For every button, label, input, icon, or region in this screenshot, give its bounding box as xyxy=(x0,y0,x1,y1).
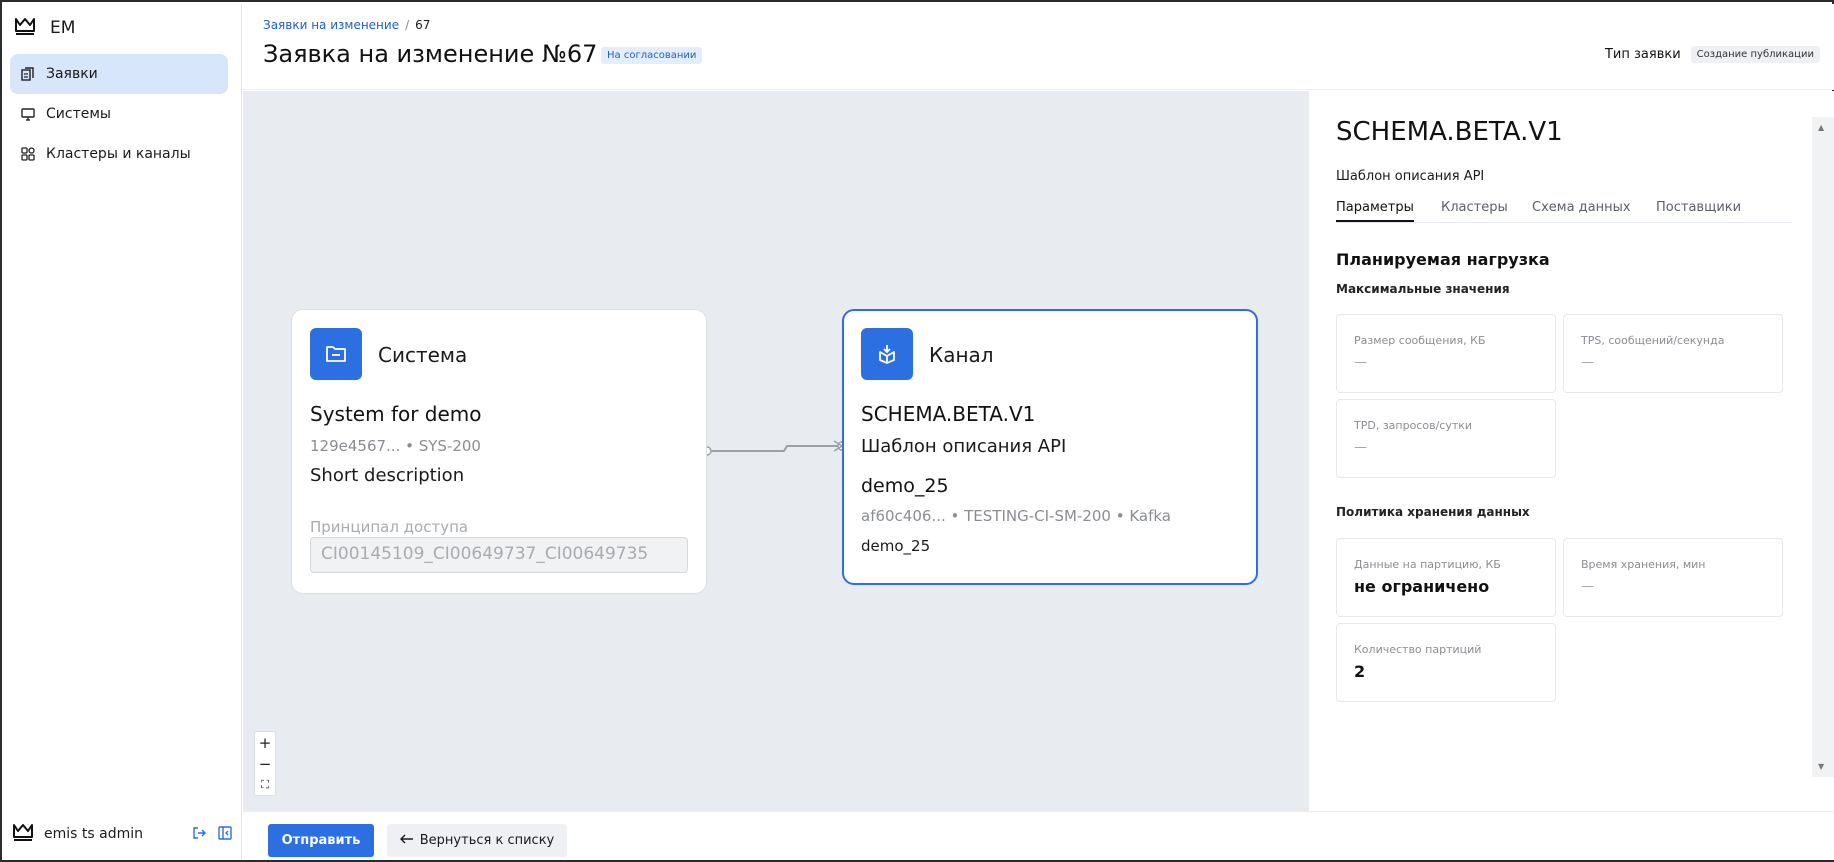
load-heading: Планируемая нагрузка xyxy=(1336,250,1550,269)
request-type-label: Тип заявки xyxy=(1604,47,1681,62)
metric-value: 2 xyxy=(1354,662,1366,681)
system-node-kind: Система xyxy=(378,343,468,367)
sidebar-item-systems[interactable]: Системы xyxy=(10,94,228,134)
max-values-heading: Максимальные значения xyxy=(1336,282,1510,296)
details-panel: SCHEMA.BETA.V1 Шаблон описания API Парам… xyxy=(1309,91,1834,811)
retention-heading: Политика хранения данных xyxy=(1336,505,1530,519)
metric-label: Количество партиций xyxy=(1354,643,1482,656)
sidebar: EM Заявки Системы Кластеры и каналы emis… xyxy=(4,4,242,860)
metric-card: Время хранения, мин — xyxy=(1563,538,1783,617)
principal-label: Принципал доступа xyxy=(310,518,469,536)
sidebar-item-requests[interactable]: Заявки xyxy=(10,54,228,94)
user-name: emis ts admin xyxy=(44,826,143,842)
breadcrumb-parent-link[interactable]: Заявки на изменение xyxy=(263,18,399,32)
metric-value: не ограничено xyxy=(1354,577,1490,596)
metric-card: Данные на партицию, КБ не ограничено xyxy=(1336,538,1556,617)
channel-node-topic: demo_25 xyxy=(861,475,949,497)
collapse-sidebar-icon[interactable] xyxy=(218,825,232,844)
user-block: emis ts admin xyxy=(12,822,236,846)
scroll-up-icon[interactable]: ▲ xyxy=(1818,123,1824,132)
metric-card: Количество партиций 2 xyxy=(1336,623,1556,702)
metric-card: Размер сообщения, КБ — xyxy=(1336,314,1556,393)
channel-node[interactable]: Канал SCHEMA.BETA.V1 Шаблон описания API… xyxy=(842,309,1258,585)
metric-card: TPD, запросов/сутки — xyxy=(1336,399,1556,478)
monitor-icon xyxy=(20,106,36,122)
submit-button[interactable]: Отправить xyxy=(268,824,374,857)
metric-label: Данные на партицию, КБ xyxy=(1354,558,1501,571)
metric-value: — xyxy=(1354,440,1367,455)
zoom-in-button[interactable]: + xyxy=(255,732,275,753)
metric-label: TPD, запросов/сутки xyxy=(1354,419,1473,432)
breadcrumb-current: 67 xyxy=(415,18,431,32)
channel-node-meta: af60c406... • TESTING-CI-SM-200 • Kafka xyxy=(861,507,1171,525)
folder-icon xyxy=(310,328,362,380)
metric-card: TPS, сообщений/секунда — xyxy=(1563,314,1783,393)
tab-parameters[interactable]: Параметры xyxy=(1336,200,1414,222)
page-footer: Отправить Вернуться к списку xyxy=(243,811,1834,860)
sidebar-item-label: Кластеры и каналы xyxy=(46,146,191,162)
documents-icon xyxy=(20,66,36,82)
logout-icon[interactable] xyxy=(192,825,206,844)
back-to-list-button[interactable]: Вернуться к списку xyxy=(387,824,567,857)
channel-node-kind: Канал xyxy=(929,343,994,367)
panel-scrollbar[interactable]: ▲ ▼ xyxy=(1812,117,1834,777)
app-logo[interactable]: EM xyxy=(14,16,75,40)
metric-label: TPS, сообщений/секунда xyxy=(1581,334,1725,347)
sidebar-item-label: Системы xyxy=(46,106,111,122)
arrow-left-icon xyxy=(399,833,414,848)
back-to-list-label: Вернуться к списку xyxy=(419,833,555,848)
tab-data-schema[interactable]: Схема данных xyxy=(1532,200,1631,220)
metric-value: — xyxy=(1581,355,1594,370)
status-badge: На согласовании xyxy=(601,47,703,64)
crown-logo-icon xyxy=(14,16,36,40)
page-title: Заявка на изменение №67 xyxy=(263,40,598,68)
flow-canvas[interactable]: Система System for demo 129e4567... • SY… xyxy=(243,91,1309,811)
request-type-badge: Создание публикации xyxy=(1690,46,1820,63)
zoom-out-button[interactable]: − xyxy=(255,753,275,774)
principal-field: CI00145109_CI00649737_CI00649735 xyxy=(310,537,688,573)
panel-subtitle: Шаблон описания API xyxy=(1336,169,1485,184)
system-node[interactable]: Система System for demo 129e4567... • SY… xyxy=(291,309,707,594)
sidebar-item-label: Заявки xyxy=(46,66,98,82)
grid-icon xyxy=(20,146,36,162)
app-frame: EM Заявки Системы Кластеры и каналы emis… xyxy=(0,0,1834,862)
channel-node-subtitle: demo_25 xyxy=(861,537,931,555)
panel-tabs: Параметры Кластеры Схема данных Поставщи… xyxy=(1336,197,1792,223)
sidebar-item-clusters[interactable]: Кластеры и каналы xyxy=(10,134,228,174)
request-type: Тип заявки Создание публикации xyxy=(1605,46,1820,63)
metric-label: Время хранения, мин xyxy=(1581,558,1706,571)
system-node-name: System for demo xyxy=(310,402,482,426)
metric-value: — xyxy=(1581,579,1594,594)
zoom-controls: + − ⛶ xyxy=(254,731,276,796)
panel-title: SCHEMA.BETA.V1 xyxy=(1336,117,1563,147)
system-node-description: Short description xyxy=(310,465,465,486)
fit-view-button[interactable]: ⛶ xyxy=(255,774,275,795)
scroll-down-icon[interactable]: ▼ xyxy=(1818,762,1824,771)
metric-label: Размер сообщения, КБ xyxy=(1354,334,1486,347)
tab-clusters[interactable]: Кластеры xyxy=(1441,200,1508,220)
channel-box-icon xyxy=(861,328,913,380)
breadcrumb-separator: / xyxy=(405,18,410,32)
channel-node-name: SCHEMA.BETA.V1 xyxy=(861,402,1036,426)
system-node-meta: 129e4567... • SYS-200 xyxy=(310,437,481,455)
tab-suppliers[interactable]: Поставщики xyxy=(1656,200,1741,220)
logo-text: EM xyxy=(50,18,76,38)
channel-node-description: Шаблон описания API xyxy=(861,436,1067,457)
metric-value: — xyxy=(1354,355,1367,370)
breadcrumb: Заявки на изменение / 67 xyxy=(263,18,430,32)
page-header: Заявки на изменение / 67 Заявка на измен… xyxy=(243,4,1834,90)
crown-avatar-icon xyxy=(12,822,34,846)
